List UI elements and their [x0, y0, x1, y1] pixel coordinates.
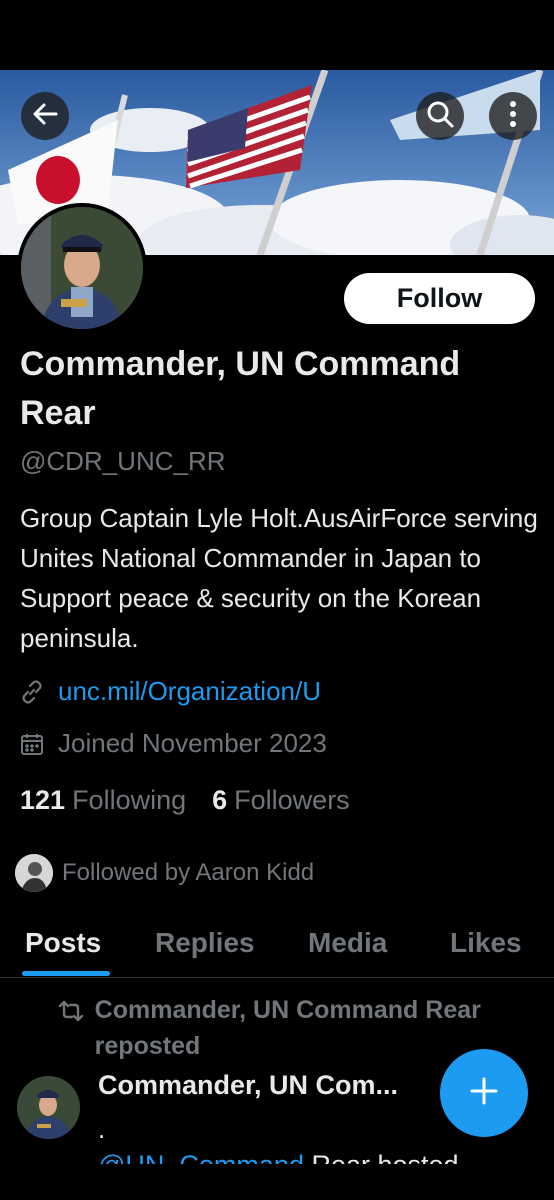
tab-media[interactable]: Media [308, 927, 387, 959]
profile-joined-row: Joined November 2023 [20, 728, 327, 759]
tab-likes[interactable]: Likes [450, 927, 522, 959]
profile-tabs: Posts Replies Media Likes [0, 917, 554, 978]
post-author-avatar[interactable] [17, 1076, 80, 1139]
followers-count: 6 [212, 785, 228, 815]
post-text-body: Rear hosted [304, 1150, 458, 1164]
joined-date: Joined November 2023 [58, 728, 327, 758]
search-icon [426, 100, 454, 133]
following-stat[interactable]: 121 Following [20, 785, 186, 816]
following-label: Following [72, 785, 187, 815]
followers-label: Followers [234, 785, 350, 815]
profile-website-link[interactable]: unc.mil/Organization/U [58, 676, 321, 707]
status-bar [0, 0, 554, 70]
active-tab-indicator [22, 971, 110, 976]
follower-avatar [15, 854, 53, 892]
profile-stats: 121 Following 6 Followers [20, 785, 376, 816]
post-text: @UN_Command Rear hosted [98, 1150, 518, 1164]
post-author-name[interactable]: Commander, UN Com... [98, 1070, 398, 1101]
profile-avatar[interactable] [17, 203, 147, 333]
more-options-button[interactable] [489, 92, 537, 140]
follow-button[interactable]: Follow [344, 273, 535, 324]
tab-posts[interactable]: Posts [25, 927, 101, 959]
repost-icon [58, 992, 85, 1064]
link-icon [20, 679, 46, 705]
profile-link-row: unc.mil/Organization/U [20, 676, 321, 707]
followers-stat[interactable]: 6 Followers [212, 785, 350, 816]
tab-replies[interactable]: Replies [155, 927, 255, 959]
arrow-left-icon [32, 101, 58, 132]
followed-by-row[interactable]: Followed by Aaron Kidd [15, 854, 314, 892]
compose-post-button[interactable] [440, 1049, 528, 1137]
post-mention[interactable]: @UN_Command [98, 1150, 304, 1164]
back-button[interactable] [21, 92, 69, 140]
followed-by-text: Followed by Aaron Kidd [62, 859, 315, 886]
post-text-container: @UN_Command Rear hosted [98, 1150, 518, 1164]
search-button[interactable] [416, 92, 464, 140]
more-vertical-icon [509, 100, 517, 132]
profile-bio: Group Captain Lyle Holt.AusAirForce serv… [20, 503, 538, 653]
following-count: 121 [20, 785, 66, 815]
post-separator: . [98, 1114, 106, 1144]
calendar-icon [20, 731, 46, 757]
profile-handle: @CDR_UNC_RR [20, 446, 226, 476]
profile-name: Commander, UN Command Rear [20, 345, 461, 432]
plus-icon [469, 1076, 499, 1111]
